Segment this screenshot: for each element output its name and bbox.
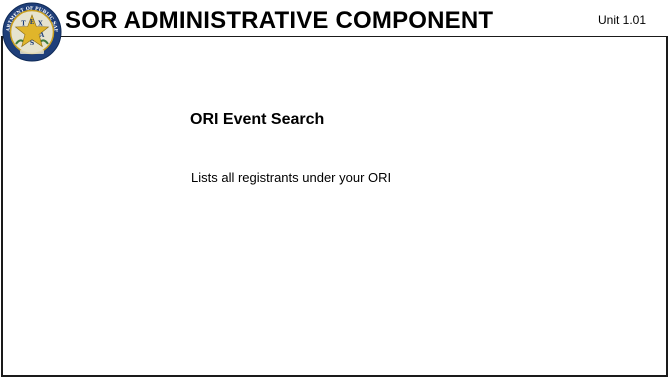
unit-label: Unit 1.01 — [598, 13, 647, 27]
seal-letter-s: S — [30, 40, 34, 47]
seal-letter-t: T — [21, 21, 26, 28]
slide-frame — [1, 36, 668, 377]
page-title: SOR ADMINISTRATIVE COMPONENT — [65, 7, 494, 34]
texas-dps-seal-icon: DEPARTMENT OF PUBLIC SAFETY T E X A S — [2, 2, 62, 62]
seal-letter-a: A — [39, 32, 45, 39]
seal-letter-x: X — [38, 21, 43, 28]
slide: DEPARTMENT OF PUBLIC SAFETY T E X A S SO… — [0, 0, 670, 378]
seal-letter-e: E — [30, 19, 35, 26]
section-heading: ORI Event Search — [190, 111, 325, 128]
section-description: Lists all registrants under your ORI — [191, 170, 392, 185]
